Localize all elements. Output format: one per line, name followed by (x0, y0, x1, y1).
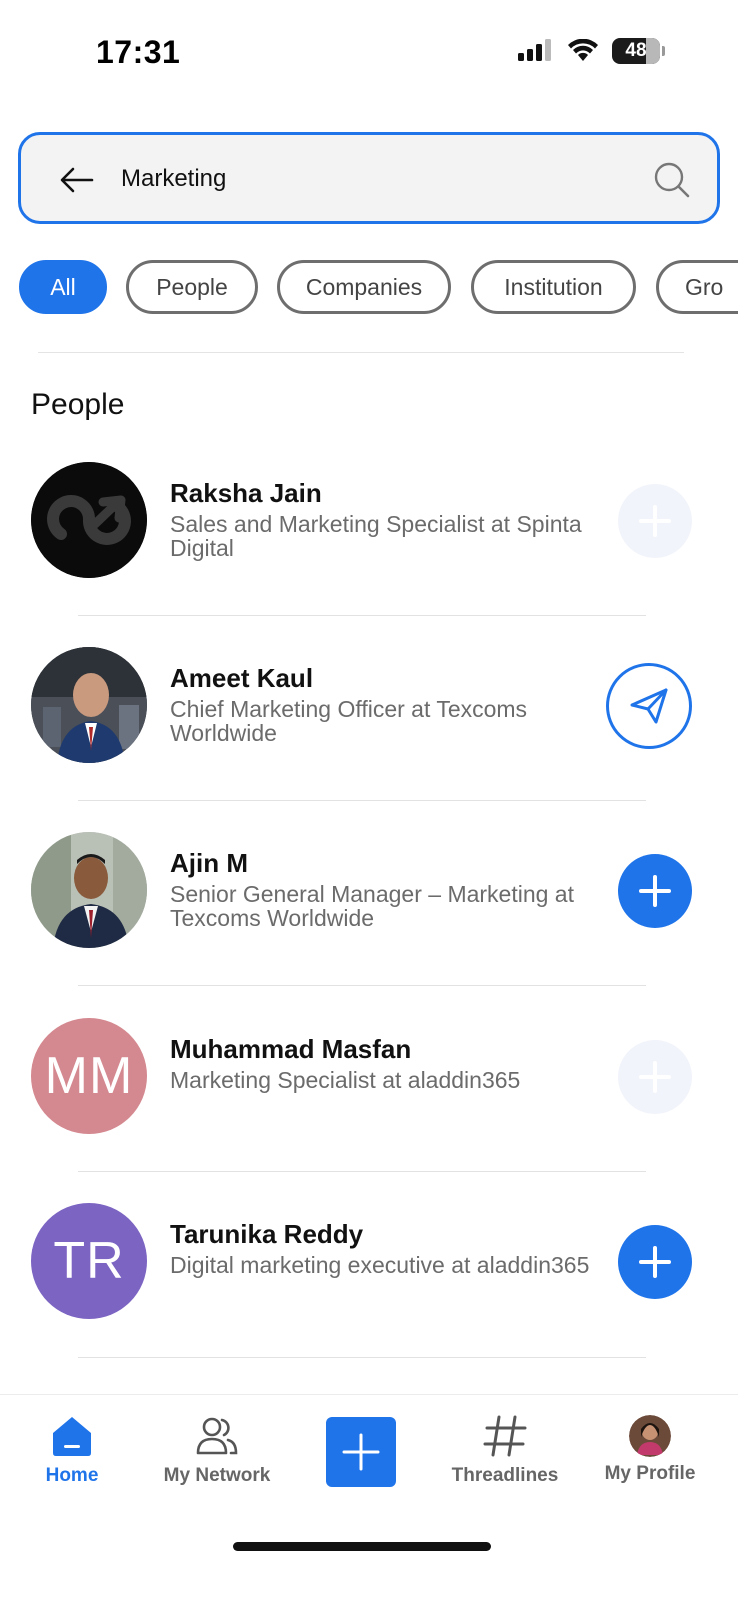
person-title: Chief Marketing Officer at Texcoms World… (170, 696, 528, 746)
add-connection-button[interactable] (618, 1225, 692, 1299)
add-connection-button[interactable] (618, 854, 692, 928)
home-icon (53, 1417, 91, 1456)
list-item-person[interactable]: Ameet Kaul Chief Marketing Officer at Te… (0, 647, 738, 833)
chip-companies[interactable]: Companies (277, 260, 451, 314)
chip-all[interactable]: All (19, 260, 107, 314)
person-name: Raksha Jain (170, 478, 322, 508)
add-connection-button[interactable] (618, 1040, 692, 1114)
status-icons: 48 (518, 38, 665, 64)
send-message-button[interactable] (606, 663, 692, 749)
section-title-people: People (31, 388, 125, 421)
avatar (31, 647, 147, 763)
person-name: Ameet Kaul (170, 663, 314, 693)
divider (78, 800, 646, 801)
home-indicator (233, 1542, 491, 1551)
create-post-button[interactable] (326, 1417, 396, 1487)
hashtag-icon (483, 1415, 527, 1457)
person-title: Marketing Specialist at aladdin365 (170, 1067, 521, 1093)
list-item-person[interactable]: Ajin M Senior General Manager – Marketin… (0, 832, 738, 1018)
chip-institution[interactable]: Institution (471, 260, 636, 314)
profile-photo (31, 832, 147, 948)
person-title: Sales and Marketing Specialist at Spinta… (170, 511, 582, 561)
battery-level: 48 (625, 40, 647, 61)
wifi-icon (568, 39, 598, 61)
plus-icon (639, 1246, 671, 1278)
avatar: MM (31, 1018, 147, 1134)
plus-icon (342, 1433, 380, 1471)
nav-home[interactable]: Home (2, 1413, 142, 1493)
nav-threadlines-label: Threadlines (451, 1465, 559, 1486)
divider (78, 985, 646, 986)
person-title: Senior General Manager – Marketing at Te… (170, 881, 574, 931)
chip-groups[interactable]: Gro (656, 260, 738, 314)
add-connection-button[interactable] (618, 484, 692, 558)
profile-avatar (629, 1415, 671, 1457)
nav-my-profile[interactable]: My Profile (580, 1413, 720, 1493)
person-name: Muhammad Masfan (170, 1034, 412, 1064)
avatar (31, 462, 147, 578)
nav-home-label: Home (45, 1465, 99, 1486)
nav-my-profile-label: My Profile (604, 1463, 696, 1484)
back-arrow-icon[interactable] (59, 165, 95, 195)
status-time: 17:31 (96, 34, 181, 70)
search-input[interactable] (121, 157, 601, 201)
nav-my-network-label: My Network (163, 1465, 271, 1486)
divider (78, 1357, 646, 1358)
chip-people[interactable]: People (126, 260, 258, 314)
person-name: Tarunika Reddy (170, 1219, 364, 1249)
signal-icon (518, 39, 551, 61)
list-item-person[interactable]: Raksha Jain Sales and Marketing Speciali… (0, 462, 738, 648)
plus-icon (639, 505, 671, 537)
divider (38, 352, 684, 353)
filter-chips: All People Companies Institution Gro (19, 260, 738, 316)
person-name: Ajin M (170, 848, 248, 878)
search-bar (18, 132, 720, 224)
nav-threadlines[interactable]: Threadlines (435, 1413, 575, 1493)
spinta-logo-icon (31, 462, 147, 578)
divider (78, 615, 646, 616)
plus-icon (639, 1061, 671, 1093)
profile-photo (31, 647, 147, 763)
nav-my-network[interactable]: My Network (147, 1413, 287, 1493)
list-item-person[interactable]: MM Muhammad Masfan Marketing Specialist … (0, 1018, 738, 1204)
status-bar: 17:31 48 (0, 0, 738, 100)
battery-icon: 48 (612, 38, 665, 64)
search-icon[interactable] (653, 161, 691, 199)
avatar-initials: TR (53, 1232, 125, 1290)
divider (78, 1171, 646, 1172)
avatar-initials: MM (44, 1047, 134, 1105)
avatar (31, 832, 147, 948)
person-title: Digital marketing executive at aladdin36… (170, 1252, 590, 1278)
list-item-person[interactable]: TR Tarunika Reddy Digital marketing exec… (0, 1203, 738, 1389)
avatar: TR (31, 1203, 147, 1319)
bottom-nav: Home My Network Threadlines My Profile (0, 1394, 738, 1600)
plus-icon (639, 875, 671, 907)
people-icon (196, 1417, 238, 1455)
paper-plane-icon (630, 688, 668, 724)
